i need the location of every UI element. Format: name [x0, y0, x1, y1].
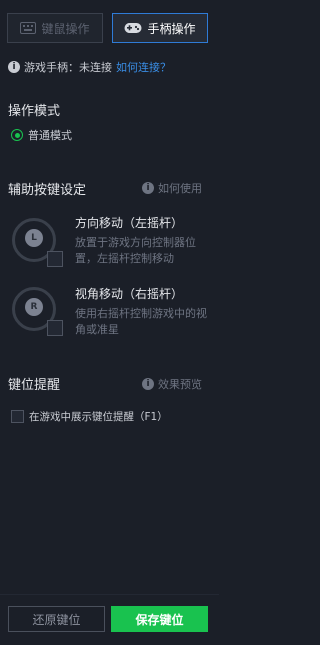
keyboard-icon — [20, 22, 37, 34]
connection-status-text: 游戏手柄：未连接 — [24, 61, 112, 74]
reminder-title: 键位提醒 — [8, 378, 61, 393]
right-stick-desc: 使用右摇杆控制游戏中的视角或准星 — [75, 307, 207, 336]
left-stick-desc: 放置于游戏方向控制器位置，左摇杆控制移动 — [75, 236, 196, 265]
reminder-preview-label: 效果预览 — [158, 378, 202, 391]
assist-help-label: 如何使用 — [158, 182, 202, 195]
tab-gamepad-label: 手柄操作 — [147, 21, 196, 36]
tab-gamepad[interactable]: 手柄操作 — [112, 13, 208, 43]
right-stick-key-slot[interactable] — [47, 320, 63, 336]
radio-selected-icon — [11, 129, 23, 141]
how-to-connect-link[interactable]: 如何连接？ — [116, 59, 171, 75]
mode-normal-label: 普通模式 — [28, 129, 72, 142]
info-icon: i — [142, 182, 154, 194]
mode-normal-radio[interactable]: 普通模式 — [11, 127, 72, 143]
left-stick-key-slot[interactable] — [47, 251, 63, 267]
right-stick-knob: R — [25, 298, 43, 316]
footer-divider — [0, 594, 219, 595]
reminder-checkbox-label: 在游戏中展示键位提醒（F1） — [29, 411, 168, 423]
checkbox-icon — [11, 410, 24, 423]
reset-keys-button[interactable]: 还原键位 — [8, 606, 105, 632]
tab-keyboard-mouse[interactable]: 键鼠操作 — [7, 13, 103, 43]
assist-help-link[interactable]: i 如何使用 — [142, 180, 202, 196]
gamepad-icon — [124, 23, 142, 33]
reminder-checkbox[interactable]: 在游戏中展示键位提醒（F1） — [11, 409, 168, 424]
info-icon: i — [8, 61, 20, 73]
assist-title: 辅助按键设定 — [8, 183, 87, 198]
left-stick-knob: L — [25, 229, 43, 247]
reminder-preview-link[interactable]: i 效果预览 — [142, 376, 202, 392]
save-keys-button[interactable]: 保存键位 — [111, 606, 208, 632]
info-icon: i — [142, 378, 154, 390]
connection-status: i 游戏手柄：未连接 如何连接？ — [8, 59, 171, 75]
right-stick-title: 视角移动（右摇杆） — [75, 287, 184, 301]
left-stick-title: 方向移动（左摇杆） — [75, 216, 184, 230]
tab-keyboard-label: 键鼠操作 — [41, 21, 90, 36]
mode-title: 操作模式 — [8, 104, 61, 119]
